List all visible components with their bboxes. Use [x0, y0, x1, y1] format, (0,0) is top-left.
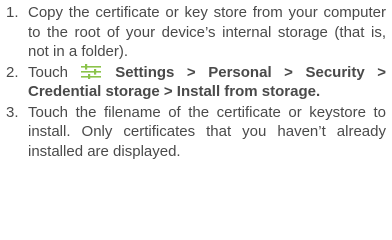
- settings-sliders-icon: [80, 63, 101, 79]
- step-prefix: Touch: [28, 63, 69, 81]
- step-number: 3.: [6, 103, 19, 121]
- step-item: 3. Touch the filename of the certificate…: [6, 103, 390, 162]
- step-number: 2.: [6, 63, 19, 81]
- step-item: 2. Touch Settings > Personal > Security …: [6, 63, 390, 102]
- step-text: Copy the certificate or key store from y…: [28, 4, 386, 60]
- step-number: 1.: [6, 4, 19, 21]
- step-text: Touch Settings > Personal > Security > C…: [28, 63, 390, 102]
- instruction-steps: 1. Copy the certificate or key store fro…: [6, 3, 390, 162]
- step-item: 1. Copy the certificate or key store fro…: [6, 3, 390, 62]
- step-text: Touch the filename of the certificate or…: [28, 103, 386, 160]
